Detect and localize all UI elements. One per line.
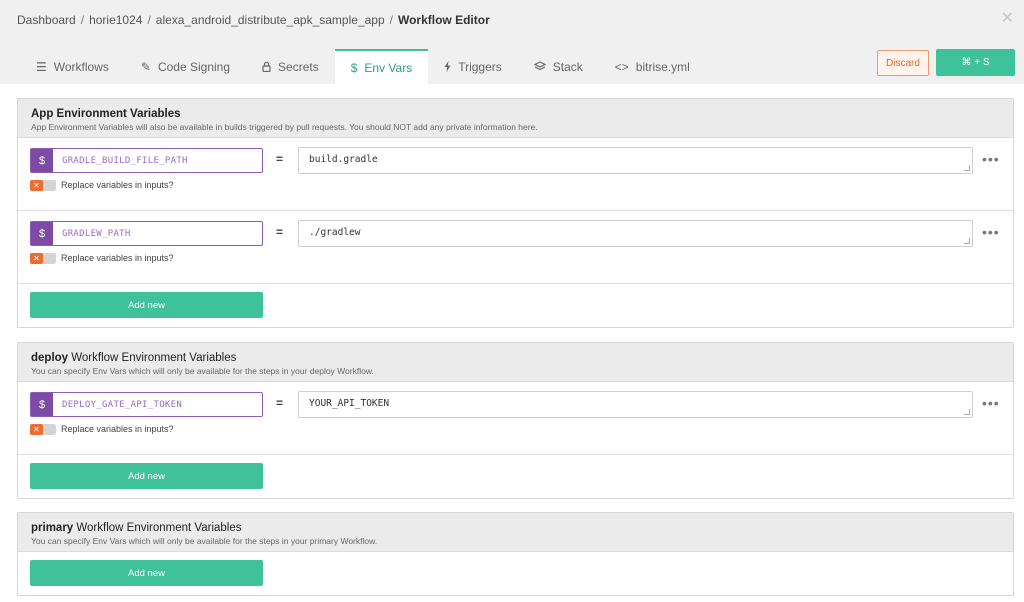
- equals-sign: =: [276, 152, 284, 166]
- section-header: App Environment Variables App Environmen…: [18, 99, 1013, 138]
- section-title-rest: Workflow Environment Variables: [73, 522, 242, 534]
- section-description: You can specify Env Vars which will only…: [31, 366, 374, 376]
- env-value-field[interactable]: ./gradlew: [298, 220, 973, 247]
- tab-env-vars[interactable]: $ Env Vars: [334, 49, 429, 84]
- toggle-off-icon: ✕: [30, 424, 43, 435]
- primary-env-section: primary Workflow Environment Variables Y…: [17, 512, 1014, 596]
- env-var-row: $ DEPLOY_GATE_API_TOKEN = YOUR_API_TOKEN…: [18, 382, 1013, 455]
- dollar-icon: $: [31, 222, 53, 245]
- section-description: App Environment Variables will also be a…: [31, 122, 538, 132]
- replace-vars-label: Replace variables in inputs?: [61, 424, 174, 434]
- breadcrumb-separator: /: [389, 13, 393, 27]
- env-key-field[interactable]: $ GRADLEW_PATH: [30, 221, 263, 246]
- tab-secrets[interactable]: Secrets: [246, 49, 335, 84]
- tab-label: Workflows: [53, 59, 109, 74]
- section-title: App Environment Variables: [31, 107, 1000, 121]
- tab-bitrise-yml[interactable]: <> bitrise.yml: [599, 49, 706, 84]
- equals-sign: =: [276, 396, 284, 410]
- dollar-icon: $: [350, 60, 358, 75]
- breadcrumb: Dashboard / horie1024 / alexa_android_distri…: [17, 13, 490, 27]
- tab-workflows[interactable]: ☰ Workflows: [20, 49, 125, 84]
- editor-header: Dashboard / horie1024 / alexa_android_distri…: [0, 0, 1024, 84]
- env-value-text: YOUR_API_TOKEN: [309, 398, 390, 409]
- code-signing-icon: ✎: [140, 59, 151, 74]
- breadcrumb-separator: /: [147, 13, 151, 27]
- tab-triggers[interactable]: Triggers: [428, 49, 518, 84]
- env-key-text: GRADLEW_PATH: [62, 228, 131, 239]
- section-header: deploy Workflow Environment Variables Yo…: [18, 343, 1013, 382]
- more-options-icon[interactable]: •••: [982, 224, 1000, 240]
- breadcrumb-dashboard[interactable]: Dashboard: [17, 13, 76, 27]
- resize-handle-icon[interactable]: [964, 165, 970, 171]
- tab-code-signing[interactable]: ✎ Code Signing: [125, 49, 246, 84]
- replace-vars-toggle[interactable]: ✕: [30, 253, 56, 264]
- close-icon[interactable]: ✕: [1001, 8, 1014, 28]
- section-header: primary Workflow Environment Variables Y…: [18, 513, 1013, 552]
- tab-label: bitrise.yml: [635, 59, 690, 74]
- env-var-row: $ GRADLEW_PATH = ./gradlew ••• ✕ Replace…: [18, 211, 1013, 284]
- env-key-field[interactable]: $ DEPLOY_GATE_API_TOKEN: [30, 392, 263, 417]
- add-new-row: Add new: [18, 455, 1013, 498]
- resize-handle-icon[interactable]: [964, 238, 970, 244]
- more-options-icon[interactable]: •••: [982, 395, 1000, 411]
- stack-icon: [533, 61, 546, 72]
- replace-vars-label: Replace variables in inputs?: [61, 180, 174, 190]
- section-title-bold: App Environment Variables: [31, 108, 181, 120]
- env-vars-content: App Environment Variables App Environmen…: [0, 84, 1024, 602]
- resize-handle-icon[interactable]: [964, 409, 970, 415]
- env-var-row: $ GRADLE_BUILD_FILE_PATH = build.gradle …: [18, 138, 1013, 211]
- env-value-field[interactable]: build.gradle: [298, 147, 973, 174]
- tab-label: Triggers: [458, 59, 502, 74]
- toggle-off-icon: ✕: [30, 253, 43, 264]
- env-value-field[interactable]: YOUR_API_TOKEN: [298, 391, 973, 418]
- lightning-icon: [444, 61, 451, 72]
- tab-label: Env Vars: [364, 60, 413, 75]
- tab-stack[interactable]: Stack: [518, 49, 599, 84]
- section-description: You can specify Env Vars which will only…: [31, 536, 378, 546]
- add-new-row: Add new: [18, 284, 1013, 327]
- app-env-section: App Environment Variables App Environmen…: [17, 98, 1014, 328]
- breadcrumb-app[interactable]: alexa_android_distribute_apk_sample_app: [156, 13, 385, 27]
- save-button[interactable]: ⌘ + S: [936, 49, 1015, 76]
- equals-sign: =: [276, 225, 284, 239]
- breadcrumb-user[interactable]: horie1024: [89, 13, 142, 27]
- env-key-text: GRADLE_BUILD_FILE_PATH: [62, 155, 188, 166]
- env-value-text: build.gradle: [309, 154, 378, 165]
- toggle-off-icon: ✕: [30, 180, 43, 191]
- breadcrumb-current: Workflow Editor: [397, 13, 490, 27]
- section-title-bold: deploy: [31, 352, 69, 364]
- add-new-button[interactable]: Add new: [30, 560, 263, 586]
- env-key-field[interactable]: $ GRADLE_BUILD_FILE_PATH: [30, 148, 263, 173]
- code-icon: <>: [614, 59, 629, 74]
- deploy-env-section: deploy Workflow Environment Variables Yo…: [17, 342, 1014, 499]
- add-new-button[interactable]: Add new: [30, 292, 263, 318]
- add-new-row: Add new: [18, 552, 1013, 595]
- replace-vars-label: Replace variables in inputs?: [61, 253, 174, 263]
- add-new-button[interactable]: Add new: [30, 463, 263, 489]
- dollar-icon: $: [31, 393, 53, 416]
- section-title: primary Workflow Environment Variables: [31, 521, 1000, 535]
- breadcrumb-separator: /: [80, 13, 85, 27]
- section-title-bold: primary: [31, 522, 74, 534]
- env-value-text: ./gradlew: [309, 227, 361, 238]
- more-options-icon[interactable]: •••: [982, 151, 1000, 167]
- env-key-text: DEPLOY_GATE_API_TOKEN: [62, 399, 183, 410]
- discard-button[interactable]: Discard: [877, 50, 929, 76]
- section-title-rest: Workflow Environment Variables: [68, 352, 237, 364]
- tab-label: Code Signing: [157, 59, 231, 74]
- tab-label: Secrets: [278, 59, 319, 74]
- editor-tabs: ☰ Workflows ✎ Code Signing Secrets $ Env…: [20, 49, 706, 84]
- replace-vars-toggle[interactable]: ✕: [30, 424, 56, 435]
- dollar-icon: $: [31, 149, 53, 172]
- replace-vars-toggle[interactable]: ✕: [30, 180, 56, 191]
- list-icon: ☰: [36, 59, 47, 74]
- tab-label: Stack: [552, 59, 583, 74]
- lock-icon: [262, 61, 271, 72]
- section-title: deploy Workflow Environment Variables: [31, 351, 1000, 365]
